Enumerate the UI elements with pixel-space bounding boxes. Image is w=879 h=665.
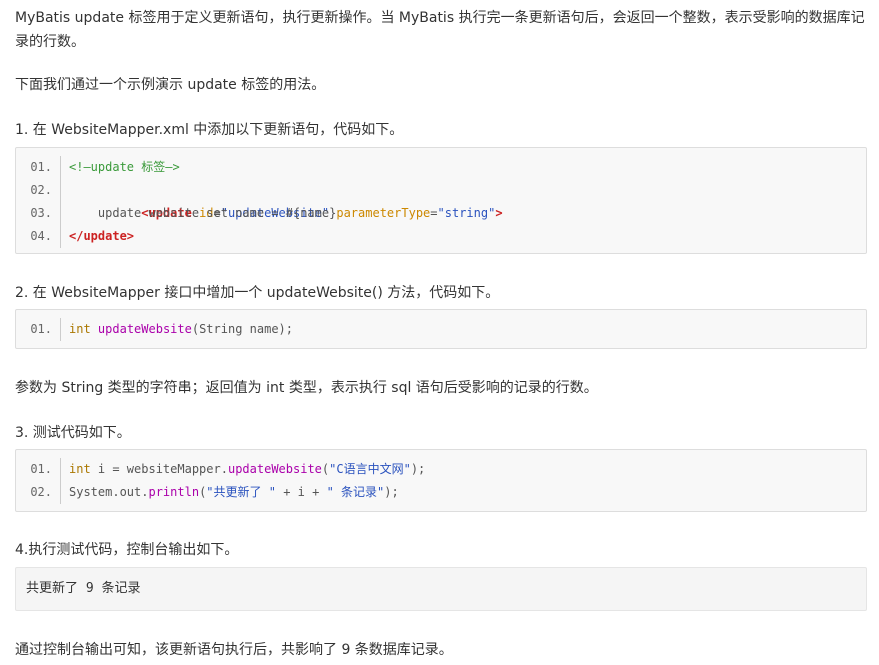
line-number: 03. xyxy=(16,202,61,225)
java-method-name: updateWebsite xyxy=(97,322,192,336)
java-code: + i + xyxy=(275,485,327,499)
intro-paragraph-2: 下面我们通过一个示例演示 update 标签的用法。 xyxy=(15,77,326,93)
step-4-heading: 4.执行测试代码，控制台输出如下。 xyxy=(15,542,239,558)
sql-statement: update website set name = #{name} xyxy=(69,206,337,220)
xml-eq: = xyxy=(430,206,438,220)
java-params: (String name); xyxy=(191,322,293,336)
xml-tag-close: > xyxy=(495,206,503,220)
line-number: 01. xyxy=(16,318,61,341)
java-string: "共更新了 " xyxy=(206,485,276,499)
step-1-heading: 1. 在 WebsiteMapper.xml 中添加以下更新语句，代码如下。 xyxy=(15,122,404,138)
line-number: 02. xyxy=(16,179,61,202)
code-line: 01. <!—update 标签—> xyxy=(16,156,866,179)
java-keyword: int xyxy=(69,462,91,476)
line-number: 04. xyxy=(16,225,61,248)
code-line: 02. System.out.println("共更新了 " + i + " 条… xyxy=(16,481,866,504)
conclusion-paragraph: 通过控制台输出可知，该更新语句执行后，共影响了 9 条数据库记录。 xyxy=(15,642,453,658)
xml-tag-end: </update> xyxy=(69,229,135,243)
intro-paragraph: MyBatis update 标签用于定义更新语句，执行更新操作。当 MyBat… xyxy=(15,10,865,50)
code-line: 02. <update id="updateWebsite" parameter… xyxy=(16,179,866,220)
step-2-heading: 2. 在 WebsiteMapper 接口中增加一个 updateWebsite… xyxy=(15,285,500,301)
code-line: 01. int updateWebsite(String name); xyxy=(16,318,866,341)
java-keyword: int xyxy=(69,322,91,336)
code-line: 04. </update> xyxy=(16,225,866,248)
line-number: 01. xyxy=(16,458,61,481)
code-line: 01. int i = websiteMapper.updateWebsite(… xyxy=(16,458,866,481)
java-method-name: println xyxy=(148,485,200,499)
xml-attr-value: "string" xyxy=(437,206,496,220)
code-block-xml[interactable]: 01. <!—update 标签—> 02. <update id="updat… xyxy=(15,147,867,254)
xml-attr: parameterType xyxy=(336,206,431,220)
code-block-test[interactable]: 01. int i = websiteMapper.updateWebsite(… xyxy=(15,449,867,512)
java-paren: ); xyxy=(410,462,426,476)
java-code: System.out. xyxy=(69,485,149,499)
java-method-name: updateWebsite xyxy=(227,462,322,476)
java-string: "C语言中文网" xyxy=(329,462,411,476)
xml-comment: <!—update 标签—> xyxy=(69,160,180,174)
line-number: 01. xyxy=(16,156,61,179)
params-note: 参数为 String 类型的字符串；返回值为 int 类型，表示执行 sql 语… xyxy=(15,380,598,396)
line-number: 02. xyxy=(16,481,61,504)
code-block-interface[interactable]: 01. int updateWebsite(String name); xyxy=(15,309,867,349)
java-code: i = websiteMapper. xyxy=(90,462,228,476)
step-3-heading: 3. 测试代码如下。 xyxy=(15,425,131,441)
java-paren: ); xyxy=(384,485,399,499)
console-output: 共更新了 9 条记录 xyxy=(15,567,867,611)
java-string: " 条记录" xyxy=(326,485,385,499)
